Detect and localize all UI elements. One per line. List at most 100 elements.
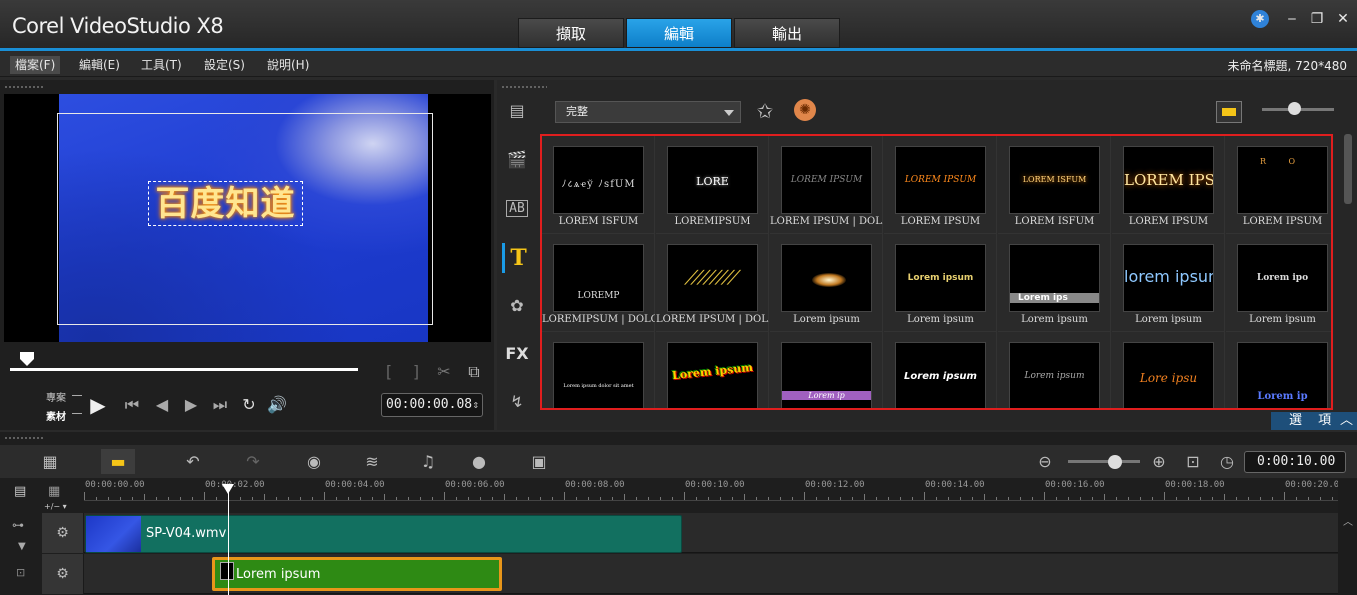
panel-grip[interactable] [4, 436, 44, 440]
zoom-in-icon[interactable]: ⊕ [1144, 449, 1174, 474]
timeline-scrollbar[interactable]: ︿ [1338, 479, 1357, 595]
play-icon[interactable]: ▶ [87, 394, 109, 416]
minimize-icon[interactable]: ‒ [1282, 10, 1302, 28]
title-template[interactable]: Lorem ipsum [656, 332, 769, 408]
title-template[interactable]: LOREM ISFUM LOREM ISFUM [998, 136, 1111, 234]
mark-in-icon[interactable]: [ [378, 361, 400, 383]
zoom-knob[interactable] [1108, 455, 1122, 469]
title-template[interactable]: Lorem ipo Lorem ipsum [1226, 234, 1331, 332]
add-to-favorites-icon[interactable]: ✩ [752, 99, 778, 123]
undo-icon[interactable]: ↶ [176, 449, 210, 474]
transition-icon[interactable]: AB [502, 194, 532, 224]
lock-icon[interactable]: ⊡ [16, 566, 25, 579]
timecode-spinner-icon[interactable]: ⇕ [472, 394, 479, 416]
volume-icon[interactable]: 🔊 [266, 394, 288, 416]
scrubber-track[interactable] [10, 368, 358, 371]
gallery-scroll-thumb[interactable] [1344, 134, 1352, 204]
restore-icon[interactable]: ❐ [1307, 10, 1327, 28]
ruler-minor-tick [252, 497, 253, 500]
title-template[interactable]: LORE LOREMIPSUM [656, 136, 769, 234]
next-frame-icon[interactable]: ▶ [180, 394, 202, 416]
enlarge-icon[interactable]: ⧉ [463, 361, 485, 383]
zoom-slider[interactable] [1068, 460, 1140, 463]
split-clip-icon[interactable]: ✂ [433, 361, 455, 383]
project-mode-label[interactable]: 專案 [46, 389, 66, 404]
menu-tools[interactable]: 工具(T) [136, 56, 187, 74]
clip-mode-label[interactable]: 素材 [46, 408, 66, 423]
tab-capture[interactable]: 擷取 [518, 18, 624, 48]
view-mode-button[interactable] [1216, 101, 1242, 123]
filter-icon[interactable]: FX [502, 339, 532, 369]
title-template[interactable]: Lorem ipsum [998, 332, 1111, 408]
timeline-ruler[interactable]: 00:00:00.00 00:00:02.00 00:00:04.00 00:00:0… [84, 479, 1345, 501]
title-template[interactable]: lorem ipsum Lorem ipsum [1112, 234, 1225, 332]
end-icon[interactable]: ⏭ [209, 394, 231, 416]
ruler-tick [1044, 492, 1045, 500]
mark-out-icon[interactable]: ] [405, 361, 427, 383]
title-template[interactable]: Lorem ipsum Lorem ipsum [884, 234, 997, 332]
film-reel-icon[interactable]: ✺ [794, 99, 816, 121]
menu-help[interactable]: 說明(H) [262, 56, 314, 74]
title-icon[interactable]: T [502, 243, 532, 273]
ripple-edit-icon[interactable]: ⊶ [12, 518, 24, 532]
title-template[interactable]: R O LOREM IPSUM [1226, 136, 1331, 234]
timeline-view-icon[interactable]: ▬ [101, 449, 135, 474]
fit-project-icon[interactable]: ⊡ [1178, 449, 1208, 474]
storyboard-view-icon[interactable]: ▦ [33, 449, 67, 474]
subtitle-editor-icon[interactable]: ▣ [522, 449, 556, 474]
title-template[interactable]: Lorem ipsum dolor sit amet [542, 332, 655, 408]
video-track-icon[interactable]: ⚙ [42, 513, 84, 553]
chapter-point-icon[interactable]: ▦ [48, 484, 76, 499]
repeat-icon[interactable]: ↻ [238, 394, 260, 416]
playhead-line[interactable] [228, 484, 229, 595]
menu-settings[interactable]: 設定(S) [199, 56, 250, 74]
globe-icon[interactable]: ✱ [1251, 10, 1269, 28]
graphic-icon[interactable]: ✿ [502, 291, 532, 321]
track-manager-icon[interactable]: ▤ [14, 484, 42, 499]
timecode-display[interactable]: 00:00:00.08 ⇕ [381, 393, 483, 417]
preview-title-text[interactable]: 百度知道 [148, 181, 303, 226]
title-template[interactable]: Lore ipsu [1112, 332, 1225, 408]
tab-edit[interactable]: 編輯 [626, 18, 732, 48]
project-duration[interactable]: 0:00:10.00 [1244, 451, 1346, 473]
motion-tracking-icon[interactable]: ● [462, 449, 496, 474]
title-template[interactable]: ﾉ८ѧҽў ﾉѕfUM LOREM ISFUM [542, 136, 655, 234]
title-template[interactable]: Lorem ip [770, 332, 883, 408]
ruler-minor-tick [1200, 497, 1201, 500]
title-template[interactable]: Lorem ips Lorem ipsum [998, 234, 1111, 332]
media-icon[interactable]: ▤ [502, 96, 532, 126]
ruler-minor-tick [216, 497, 217, 500]
title-template[interactable]: Lorem ipsum [884, 332, 997, 408]
add-remove-track[interactable]: +/− ▾ [44, 502, 67, 511]
title-template[interactable]: //////// LOREM IPSUM | DOL... [656, 234, 769, 332]
tab-share[interactable]: 輸出 [734, 18, 840, 48]
redo-icon[interactable]: ↷ [236, 449, 270, 474]
menu-edit[interactable]: 編輯(E) [74, 56, 125, 74]
options-button[interactable]: 選 項 ︿ [1271, 412, 1357, 430]
instant-project-icon[interactable]: 🎬 [502, 145, 532, 175]
ruler-minor-tick [1008, 497, 1009, 500]
category-dropdown[interactable]: 完整 [555, 101, 741, 123]
overlay-track-icon[interactable]: ⚙ [42, 554, 84, 594]
auto-music-icon[interactable]: ♫ [411, 449, 445, 474]
title-template-preview-text: Lorem ipo [1256, 273, 1309, 283]
sound-mixer-icon[interactable]: ≋ [355, 449, 389, 474]
menu-file[interactable]: 檔案(F) [10, 56, 61, 74]
chevron-down-icon[interactable]: ▼ [18, 541, 26, 552]
title-template[interactable]: LOREMP LOREMIPSUM | DOLO... [542, 234, 655, 332]
record-capture-icon[interactable]: ◉ [297, 449, 331, 474]
previous-frame-icon[interactable]: ◀ [151, 394, 173, 416]
title-template[interactable]: LOREM IPSUM LOREM IPSUM [884, 136, 997, 234]
zoom-out-icon[interactable]: ⊖ [1030, 449, 1060, 474]
title-template[interactable]: LOREM IPSUM LOREM IPSUM [1112, 136, 1225, 234]
title-template[interactable]: LOREM IPSUM LOREM IPSUM | DOL... [770, 136, 883, 234]
thumbnail-size-knob[interactable] [1288, 102, 1301, 115]
title-template[interactable]: Lorem ip [1226, 332, 1331, 408]
panel-grip[interactable] [4, 85, 44, 89]
path-icon[interactable]: ↯ [502, 387, 532, 417]
home-icon[interactable]: ⏮ [121, 394, 143, 416]
title-template[interactable]: Lorem ipsum [770, 234, 883, 332]
panel-grip[interactable] [501, 85, 547, 89]
close-icon[interactable]: ✕ [1333, 10, 1353, 28]
chevron-up-icon[interactable]: ︿ [1343, 513, 1353, 528]
